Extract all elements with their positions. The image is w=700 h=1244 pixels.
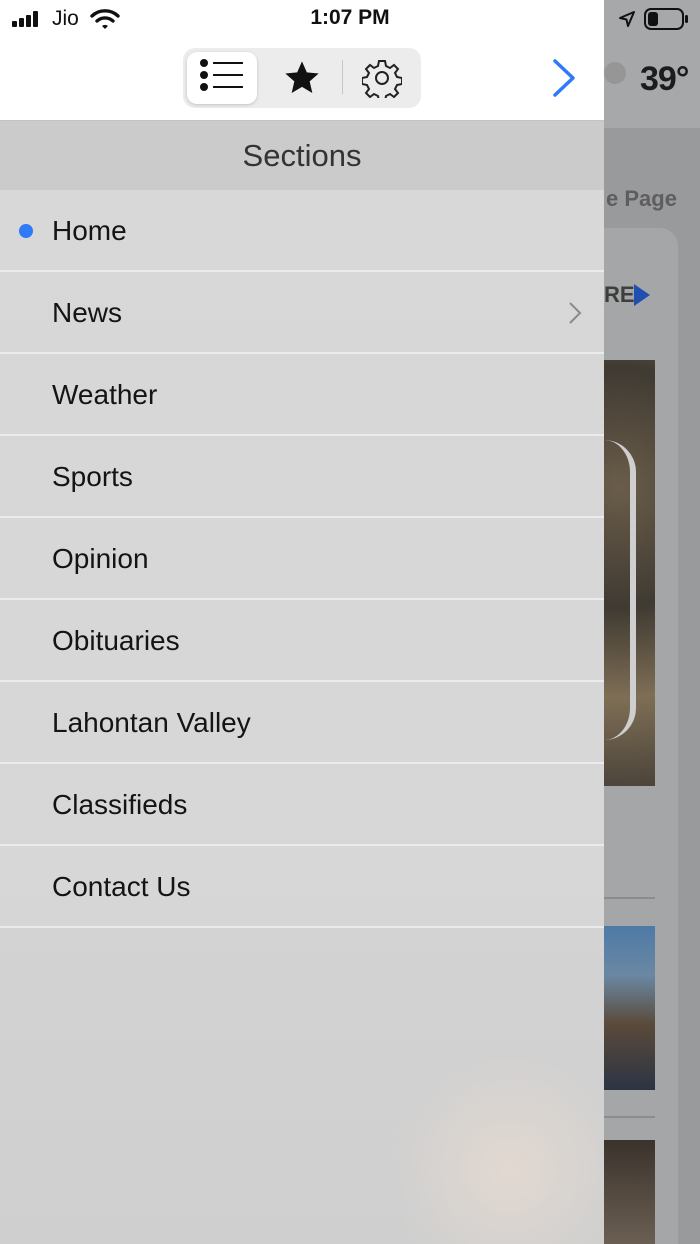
section-item-label: Classifieds: [52, 789, 188, 820]
section-item-label: Obituaries: [52, 625, 180, 656]
section-item-contact-us[interactable]: Contact Us: [0, 846, 604, 928]
segment-divider: [342, 60, 343, 94]
sections-title: Sections: [0, 121, 604, 190]
chevron-right-icon: [569, 302, 582, 324]
section-item-label: Contact Us: [52, 871, 191, 902]
temperature-readout: 39°: [640, 60, 689, 98]
section-item-label: Weather: [52, 379, 158, 410]
section-item-sports[interactable]: Sports: [0, 436, 604, 518]
favorites-tab[interactable]: [267, 52, 337, 104]
section-item-classifieds[interactable]: Classifieds: [0, 764, 604, 846]
section-item-opinion[interactable]: Opinion: [0, 518, 604, 600]
sections-tab[interactable]: [187, 52, 257, 104]
battery-icon: [644, 8, 688, 30]
divider: [604, 897, 655, 899]
settings-tab[interactable]: [347, 52, 417, 104]
play-arrow-icon: [634, 284, 650, 306]
section-item-obituaries[interactable]: Obituaries: [0, 600, 604, 682]
star-icon: [285, 61, 319, 93]
background-more-label: RE: [604, 282, 635, 307]
divider: [604, 1116, 655, 1118]
section-item-label: Opinion: [52, 543, 149, 574]
weather-icon: [604, 62, 626, 84]
background-image-street: [604, 926, 655, 1090]
background-image-3: [604, 1140, 655, 1244]
section-item-label: Lahontan Valley: [52, 707, 251, 738]
list-icon: [200, 59, 243, 91]
drawer-toolbar: [0, 40, 604, 121]
forward-chevron-button[interactable]: [551, 58, 577, 98]
sections-drawer: Jio Sections Home News Weather Sports Op…: [0, 0, 604, 1244]
section-item-news[interactable]: News: [0, 272, 604, 354]
sections-list: Home News Weather Sports Opinion Obituar…: [0, 190, 604, 928]
status-time: 1:07 PM: [310, 6, 390, 29]
section-item-label: Home: [52, 215, 127, 246]
section-item-lahontan-valley[interactable]: Lahontan Valley: [0, 682, 604, 764]
background-plate: [604, 440, 636, 740]
gear-icon: [362, 60, 402, 98]
background-tab-label: e Page: [606, 186, 677, 211]
location-arrow-icon: [619, 11, 635, 27]
section-item-home[interactable]: Home: [0, 190, 604, 272]
section-item-label: Sports: [52, 461, 133, 492]
section-item-weather[interactable]: Weather: [0, 354, 604, 436]
drawer-background-blur: [380, 1060, 604, 1244]
section-item-label: News: [52, 297, 123, 328]
selected-indicator: [19, 224, 33, 238]
view-segmented-control: [183, 48, 421, 108]
